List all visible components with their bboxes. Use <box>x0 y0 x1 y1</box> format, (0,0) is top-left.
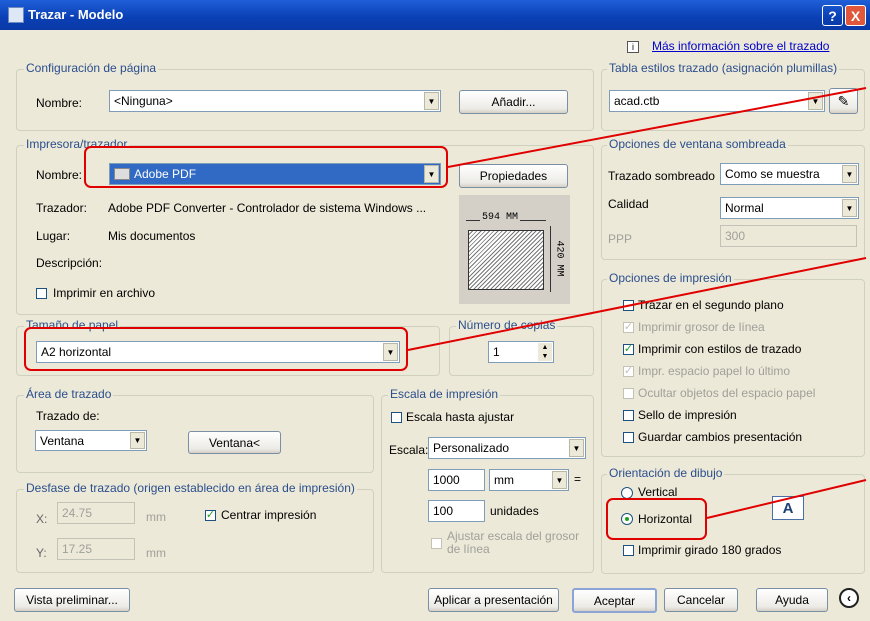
annotation-line-orientation <box>706 479 867 519</box>
annotation-line-paper <box>407 257 867 351</box>
annotation-line-printer <box>447 87 867 168</box>
annotation-lines <box>407 87 867 519</box>
